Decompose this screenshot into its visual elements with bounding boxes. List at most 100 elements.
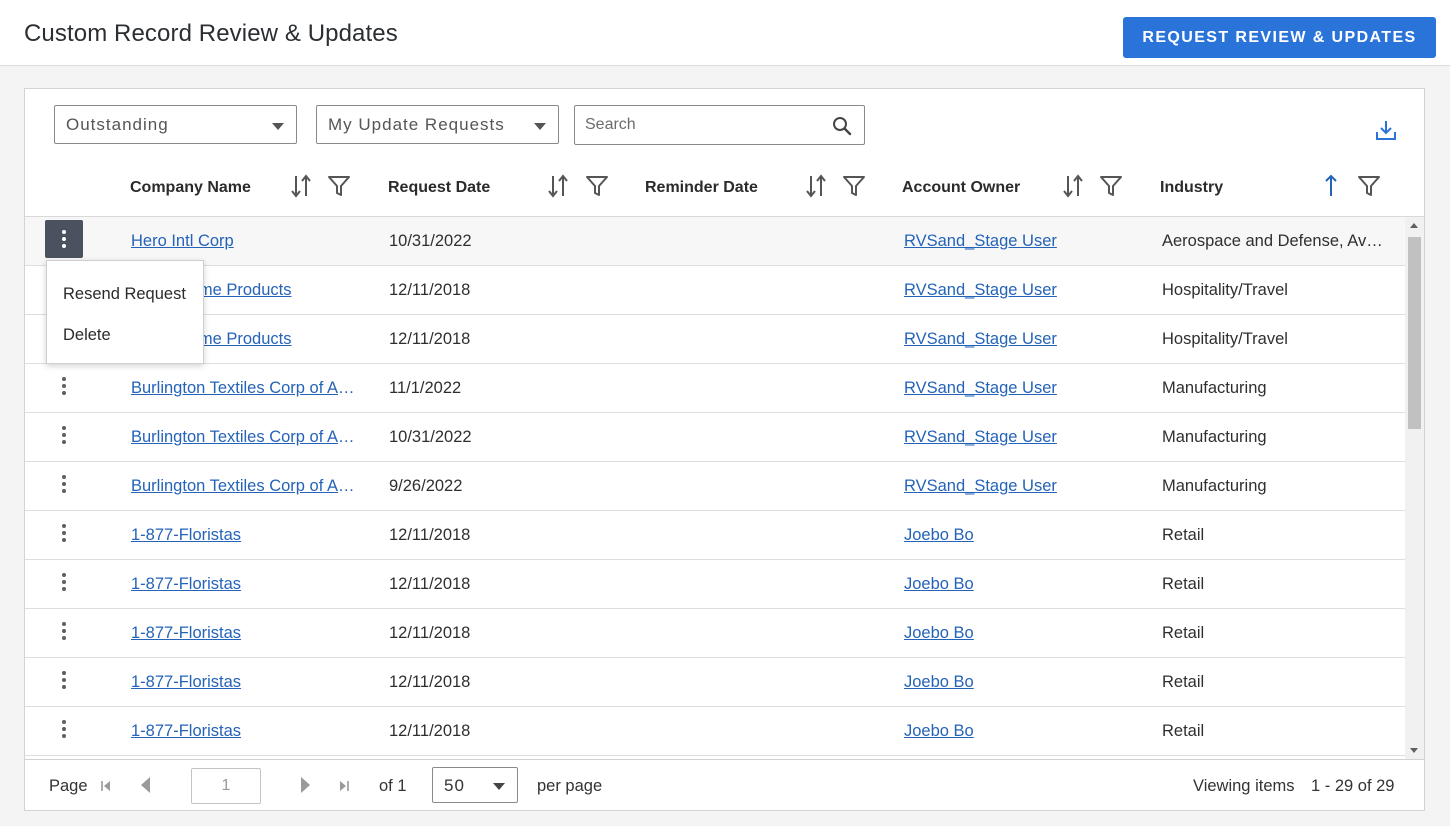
previous-page-icon[interactable] xyxy=(139,776,151,799)
scrollbar-thumb[interactable] xyxy=(1408,237,1421,429)
download-icon[interactable] xyxy=(1375,119,1397,146)
pagination-bar: Page of 1 50 per page Viewing items 1 - … xyxy=(25,759,1424,810)
request-date: 12/11/2018 xyxy=(389,624,471,642)
last-page-icon[interactable] xyxy=(338,779,350,798)
table-row: Burlington Textiles Corp of America 10/3… xyxy=(25,413,1405,462)
request-date: 12/11/2018 xyxy=(389,722,471,740)
industry: Aerospace and Defense, Aviation xyxy=(1162,232,1384,250)
sort-icon[interactable] xyxy=(546,173,570,204)
resend-request-menu-item[interactable]: Resend Request xyxy=(63,285,186,304)
page-count: of 1 xyxy=(379,777,407,795)
scope-filter-value: My Update Requests xyxy=(328,115,505,134)
search-icon[interactable] xyxy=(832,116,852,141)
table-row: Hilton Home Products 12/11/2018 RVSand_S… xyxy=(25,315,1405,364)
owner-link[interactable]: Joebo Bo xyxy=(904,722,974,741)
first-page-icon[interactable] xyxy=(100,779,112,798)
column-header-company[interactable]: Company Name xyxy=(130,179,251,197)
table-row: 1-877-Floristas 12/11/2018 Joebo Bo Reta… xyxy=(25,560,1405,609)
vertical-scrollbar[interactable] xyxy=(1405,217,1424,759)
company-link[interactable]: 1-877-Floristas xyxy=(131,575,359,594)
page-number-input[interactable] xyxy=(191,768,261,804)
sort-ascending-icon[interactable] xyxy=(1319,173,1343,204)
owner-link[interactable]: Joebo Bo xyxy=(904,673,974,692)
company-link[interactable]: 1-877-Floristas xyxy=(131,624,359,643)
next-page-icon[interactable] xyxy=(300,776,312,799)
scroll-down-icon[interactable] xyxy=(1410,748,1418,753)
request-review-button[interactable]: REQUEST REVIEW & UPDATES xyxy=(1123,17,1436,58)
owner-link[interactable]: Joebo Bo xyxy=(904,575,974,594)
status-filter-dropdown[interactable]: Outstanding xyxy=(54,105,297,144)
table-row: 1-877-Floristas 12/11/2018 Joebo Bo Reta… xyxy=(25,658,1405,707)
table-row: Hilton Home Products 12/11/2018 RVSand_S… xyxy=(25,266,1405,315)
company-link[interactable]: Burlington Textiles Corp of America xyxy=(131,428,359,447)
page-title: Custom Record Review & Updates xyxy=(24,20,398,47)
company-link[interactable]: Burlington Textiles Corp of America xyxy=(131,477,359,496)
row-actions-button[interactable] xyxy=(45,465,83,503)
per-page-label: per page xyxy=(537,777,603,795)
row-actions-button[interactable] xyxy=(45,661,83,699)
row-actions-button[interactable] xyxy=(45,367,83,405)
table-body: Hero Intl Corp 10/31/2022 RVSand_Stage U… xyxy=(25,217,1405,759)
request-date: 12/11/2018 xyxy=(389,330,471,348)
column-header-industry[interactable]: Industry xyxy=(1160,179,1223,197)
owner-link[interactable]: RVSand_Stage User xyxy=(904,379,1057,398)
industry: Hospitality/Travel xyxy=(1162,281,1288,299)
sort-icon[interactable] xyxy=(289,173,313,204)
viewing-label: Viewing items xyxy=(1193,777,1295,795)
industry: Hospitality/Travel xyxy=(1162,330,1288,348)
company-link[interactable]: Hero Intl Corp xyxy=(131,232,359,251)
search-input[interactable] xyxy=(576,107,821,143)
request-date: 10/31/2022 xyxy=(389,232,472,250)
records-panel: Outstanding My Update Requests Company N… xyxy=(24,88,1425,811)
row-actions-button[interactable] xyxy=(45,514,83,552)
row-actions-button[interactable] xyxy=(45,220,83,258)
row-actions-button[interactable] xyxy=(45,563,83,601)
top-bar: Custom Record Review & Updates REQUEST R… xyxy=(0,0,1450,66)
sort-icon[interactable] xyxy=(804,173,828,204)
owner-link[interactable]: RVSand_Stage User xyxy=(904,428,1057,447)
chevron-down-icon xyxy=(272,123,284,130)
chevron-down-icon xyxy=(534,123,546,130)
company-link[interactable]: 1-877-Floristas xyxy=(131,722,359,741)
industry: Manufacturing xyxy=(1162,477,1267,495)
company-link[interactable]: Burlington Textiles Corp of America xyxy=(131,379,359,398)
filter-icon[interactable] xyxy=(842,173,866,204)
owner-link[interactable]: Joebo Bo xyxy=(904,624,974,643)
owner-link[interactable]: RVSand_Stage User xyxy=(904,232,1057,251)
request-date: 12/11/2018 xyxy=(389,526,471,544)
request-date: 12/11/2018 xyxy=(389,575,471,593)
filter-icon[interactable] xyxy=(585,173,609,204)
owner-link[interactable]: Joebo Bo xyxy=(904,526,974,545)
industry: Retail xyxy=(1162,673,1205,691)
row-actions-button[interactable] xyxy=(45,612,83,650)
owner-link[interactable]: RVSand_Stage User xyxy=(904,281,1057,300)
owner-link[interactable]: RVSand_Stage User xyxy=(904,330,1057,349)
per-page-value: 50 xyxy=(444,776,465,795)
column-header-reminder-date[interactable]: Reminder Date xyxy=(645,179,758,197)
filter-icon[interactable] xyxy=(1357,173,1381,204)
row-actions-button[interactable] xyxy=(45,710,83,748)
request-date: 10/31/2022 xyxy=(389,428,472,446)
company-link[interactable]: 1-877-Floristas xyxy=(131,526,359,545)
row-actions-button[interactable] xyxy=(45,416,83,454)
company-link[interactable]: 1-877-Floristas xyxy=(131,673,359,692)
sort-icon[interactable] xyxy=(1061,173,1085,204)
row-actions-menu: Resend Request Delete xyxy=(46,260,204,364)
status-filter-value: Outstanding xyxy=(66,115,169,134)
table-row: Burlington Textiles Corp of America 11/1… xyxy=(25,364,1405,413)
industry: Manufacturing xyxy=(1162,379,1267,397)
per-page-dropdown[interactable]: 50 xyxy=(432,767,518,803)
scroll-up-icon[interactable] xyxy=(1410,223,1418,228)
filter-icon[interactable] xyxy=(1099,173,1123,204)
filter-icon[interactable] xyxy=(327,173,351,204)
delete-menu-item[interactable]: Delete xyxy=(63,326,111,345)
table-row: Hero Intl Corp 10/31/2022 RVSand_Stage U… xyxy=(25,217,1405,266)
industry: Retail xyxy=(1162,526,1205,544)
table-row: 1-877-Floristas 12/11/2018 Joebo Bo Reta… xyxy=(25,707,1405,756)
owner-link[interactable]: RVSand_Stage User xyxy=(904,477,1057,496)
column-header-account-owner[interactable]: Account Owner xyxy=(902,179,1020,197)
request-date: 11/1/2022 xyxy=(389,379,462,397)
request-date: 12/11/2018 xyxy=(389,673,471,691)
column-header-request-date[interactable]: Request Date xyxy=(388,179,490,197)
scope-filter-dropdown[interactable]: My Update Requests xyxy=(316,105,559,144)
